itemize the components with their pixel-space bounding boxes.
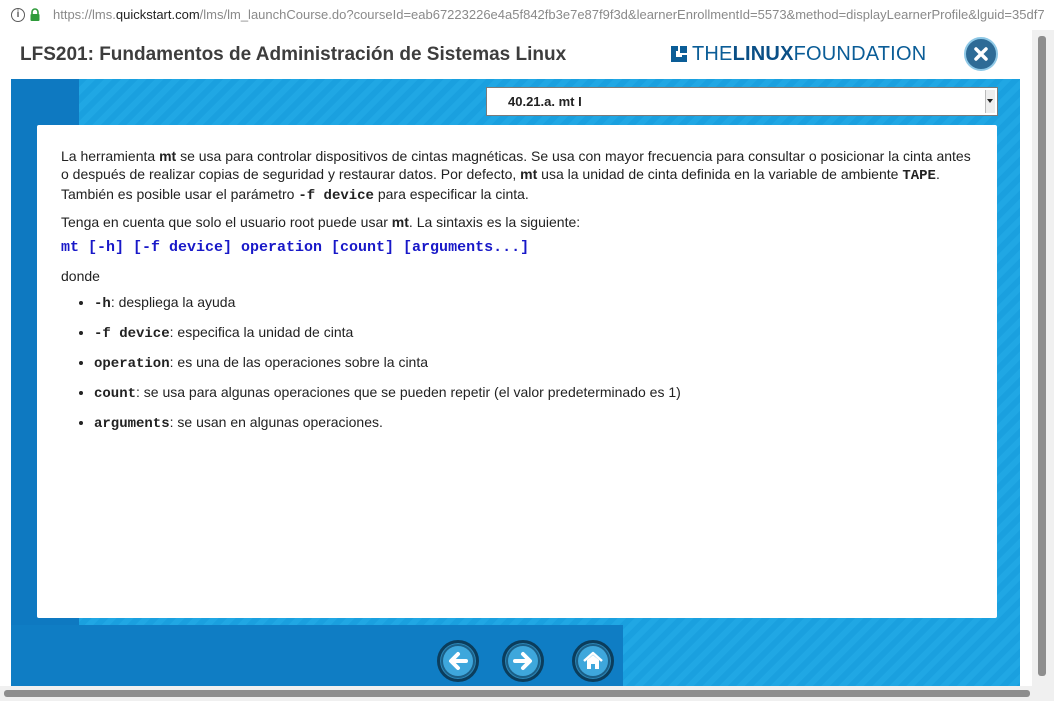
vertical-scrollbar[interactable]	[1032, 30, 1054, 701]
address-bar[interactable]: i https://lms.quickstart.com/lms/lm_laun…	[0, 0, 1054, 31]
course-frame: LFS201: Fundamentos de Administración de…	[0, 30, 1054, 701]
info-icon[interactable]: i	[11, 8, 25, 22]
course-header: LFS201: Fundamentos de Administración de…	[11, 30, 1020, 79]
horizontal-scrollbar[interactable]	[0, 686, 1032, 701]
lock-icon	[30, 8, 40, 21]
close-icon	[974, 47, 988, 61]
syntax-line: mt [-h] [-f device] operation [count] [a…	[61, 239, 530, 256]
back-button[interactable]	[437, 640, 479, 682]
root-note-paragraph: Tenga en cuenta que solo el usuario root…	[61, 214, 581, 230]
arrow-left-icon	[449, 652, 468, 670]
course-title: LFS201: Fundamentos de Administración de…	[20, 44, 567, 65]
options-list: -h: despliega la ayuda -f device: especi…	[61, 293, 981, 433]
home-button[interactable]	[572, 640, 614, 682]
section-select-value: 40.21.a. mt I	[508, 94, 582, 109]
intro-paragraph: La herramienta mt se usa para controlar …	[61, 148, 971, 204]
linux-foundation-logo: THELINUXFOUNDATION	[671, 42, 926, 66]
lesson-content: La herramienta mt se usa para controlar …	[37, 125, 997, 618]
list-item: count: se usa para algunas operaciones q…	[94, 383, 981, 403]
dropdown-arrow-icon[interactable]	[985, 90, 995, 113]
home-icon	[583, 651, 603, 669]
donde-label: donde	[61, 268, 100, 284]
close-button[interactable]	[964, 37, 998, 71]
course-player: LFS201: Fundamentos de Administración de…	[11, 30, 1020, 688]
vertical-scroll-thumb[interactable]	[1038, 36, 1046, 676]
horizontal-scroll-thumb[interactable]	[4, 690, 1030, 697]
list-item: operation: es una de las operaciones sob…	[94, 353, 981, 373]
list-item: -h: despliega la ayuda	[94, 293, 981, 313]
list-item: arguments: se usan en algunas operacione…	[94, 413, 981, 433]
list-item: -f device: especifica la unidad de cinta	[94, 323, 981, 343]
url-text[interactable]: https://lms.quickstart.com/lms/lm_launch…	[53, 7, 1045, 22]
next-button[interactable]	[502, 640, 544, 682]
arrow-right-icon	[513, 652, 532, 670]
section-select[interactable]: 40.21.a. mt I	[486, 87, 998, 116]
linux-foundation-mark-icon	[671, 46, 687, 62]
